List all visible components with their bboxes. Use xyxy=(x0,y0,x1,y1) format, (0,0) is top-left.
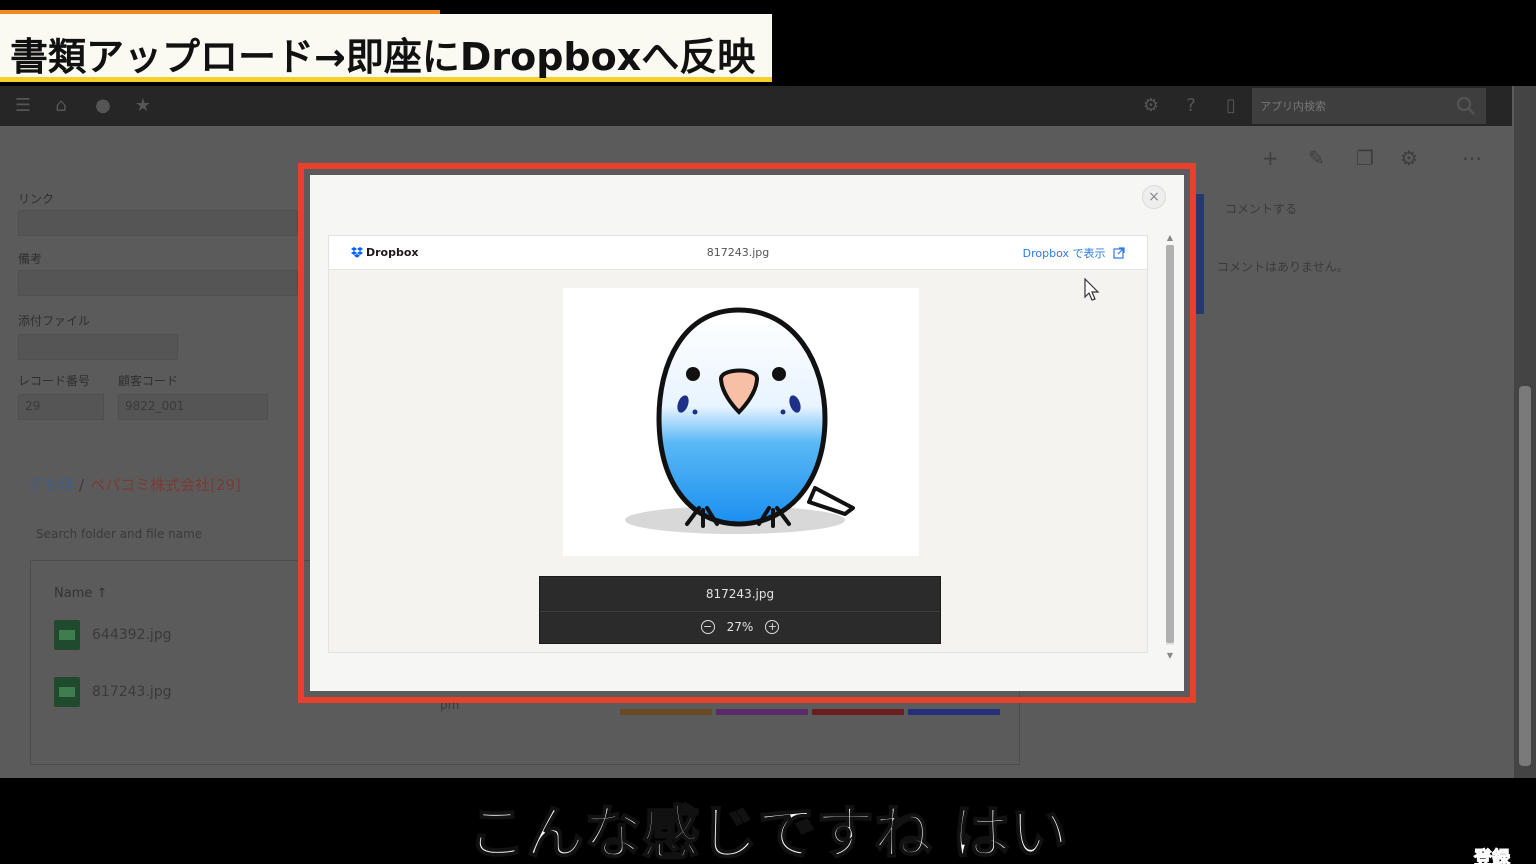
add-record-icon[interactable]: + xyxy=(1262,146,1279,170)
chip-purple xyxy=(716,709,808,715)
link-field[interactable] xyxy=(18,210,298,236)
zoom-level: 27% xyxy=(726,619,754,634)
edit-record-icon[interactable]: ✎ xyxy=(1308,146,1325,170)
zoom-in-button[interactable]: + xyxy=(765,619,780,634)
breadcrumb-separator: / xyxy=(79,476,85,494)
file-search-input[interactable]: Search folder and file name xyxy=(28,522,288,546)
dropbox-embed: Dropbox 817243.jpg Dropbox で表示 817243.jp… xyxy=(328,235,1148,653)
app-search-placeholder: アプリ内検索 xyxy=(1260,100,1326,113)
no-comments-text: コメントはありません。 xyxy=(1217,260,1349,274)
record-number-value: 29 xyxy=(18,394,104,420)
zoom-controls: −27% + xyxy=(540,619,940,634)
scroll-down-arrow-icon[interactable]: ▼ xyxy=(1164,651,1176,660)
breadcrumb-root[interactable]: デモ用 xyxy=(28,476,73,494)
note-label: 備考 xyxy=(18,252,43,266)
scroll-up-arrow-icon[interactable]: ▲ xyxy=(1164,233,1176,242)
settings-gear-icon[interactable]: ⚙ xyxy=(1140,95,1162,117)
chip-brown xyxy=(620,709,712,715)
close-button[interactable]: × xyxy=(1142,185,1166,209)
open-in-dropbox-label: Dropbox で表示 xyxy=(1022,247,1106,260)
file-name[interactable]: 817243.jpg xyxy=(92,684,172,700)
page-scrollbar-thumb[interactable] xyxy=(1519,386,1531,766)
video-subtitle: こんな感じですね はい xyxy=(467,798,1069,864)
banner-accent-line xyxy=(0,10,440,14)
customer-code-label: 顧客コード xyxy=(118,374,179,388)
image-file-icon xyxy=(54,677,80,707)
modal-scrollbar[interactable]: ▲ ▼ xyxy=(1164,233,1176,663)
name-column-header[interactable]: Name ↑ xyxy=(54,586,107,601)
attachment-field[interactable] xyxy=(18,334,178,360)
file-name[interactable]: 644392.jpg xyxy=(92,627,172,643)
folder-breadcrumb: デモ用 / ペパコミ株式会社[29] xyxy=(28,474,241,495)
open-in-dropbox-link[interactable]: Dropbox で表示 xyxy=(1023,245,1125,261)
record-toolbar: + ✎ ❐ ⚙ ⋯ xyxy=(1258,146,1498,176)
image-file-icon xyxy=(54,620,80,650)
dropbox-topbar: Dropbox 817243.jpg Dropbox で表示 xyxy=(329,236,1147,270)
app-switch-icon[interactable]: ▯ xyxy=(1220,95,1242,117)
note-field[interactable] xyxy=(18,270,298,296)
duplicate-record-icon[interactable]: ❐ xyxy=(1356,146,1374,170)
app-header: ☰ ⌂ ● ★ ⚙ ? ▯ アプリ内検索 xyxy=(0,86,1512,126)
customer-code-value: 9822_001 xyxy=(118,394,268,420)
viewer-controls: 817243.jpg −27% + xyxy=(539,576,941,644)
viewer-divider xyxy=(540,611,940,612)
link-label: リンク xyxy=(18,192,55,206)
add-comment-link[interactable]: コメントする xyxy=(1225,200,1297,217)
help-icon[interactable]: ? xyxy=(1180,95,1202,117)
image-preview xyxy=(563,288,919,556)
search-icon[interactable] xyxy=(1456,96,1476,116)
attachment-label: 添付ファイル xyxy=(18,314,91,328)
video-title-banner: 書類アップロード→即座にDropboxへ反映 xyxy=(0,10,772,82)
zoom-out-button[interactable]: − xyxy=(700,619,715,634)
chip-red xyxy=(812,709,904,715)
favorites-star-icon[interactable]: ★ xyxy=(132,95,154,117)
page-scrollbar[interactable] xyxy=(1514,86,1536,778)
video-title-text: 書類アップロード→即座にDropboxへ反映 xyxy=(10,35,756,79)
record-number-label: レコード番号 xyxy=(18,374,91,388)
chip-blue xyxy=(908,709,1000,715)
modal-scroll-thumb[interactable] xyxy=(1166,245,1174,643)
viewer-file-name: 817243.jpg xyxy=(705,587,775,601)
external-link-icon xyxy=(1113,247,1125,259)
notification-icon[interactable]: ● xyxy=(92,95,114,117)
app-search-input[interactable]: アプリ内検索 xyxy=(1252,88,1486,124)
comment-panel: コメントする コメントはありません。 xyxy=(1205,186,1505,778)
breadcrumb-current: ペパコミ株式会社[29] xyxy=(90,476,241,494)
dropbox-preview-modal: × Dropbox 817243.jpg Dropbox で表示 817243.… xyxy=(310,175,1184,691)
mouse-cursor-icon xyxy=(1084,278,1100,301)
budgie-illustration xyxy=(625,307,855,534)
more-options-icon[interactable]: ⋯ xyxy=(1462,146,1482,170)
subscribe-badge[interactable]: 登録 xyxy=(1474,844,1511,864)
side-accent-strip xyxy=(1196,194,1204,314)
home-icon[interactable]: ⌂ xyxy=(50,95,72,117)
menu-icon[interactable]: ☰ xyxy=(12,95,34,117)
record-settings-icon[interactable]: ⚙ xyxy=(1400,146,1418,170)
